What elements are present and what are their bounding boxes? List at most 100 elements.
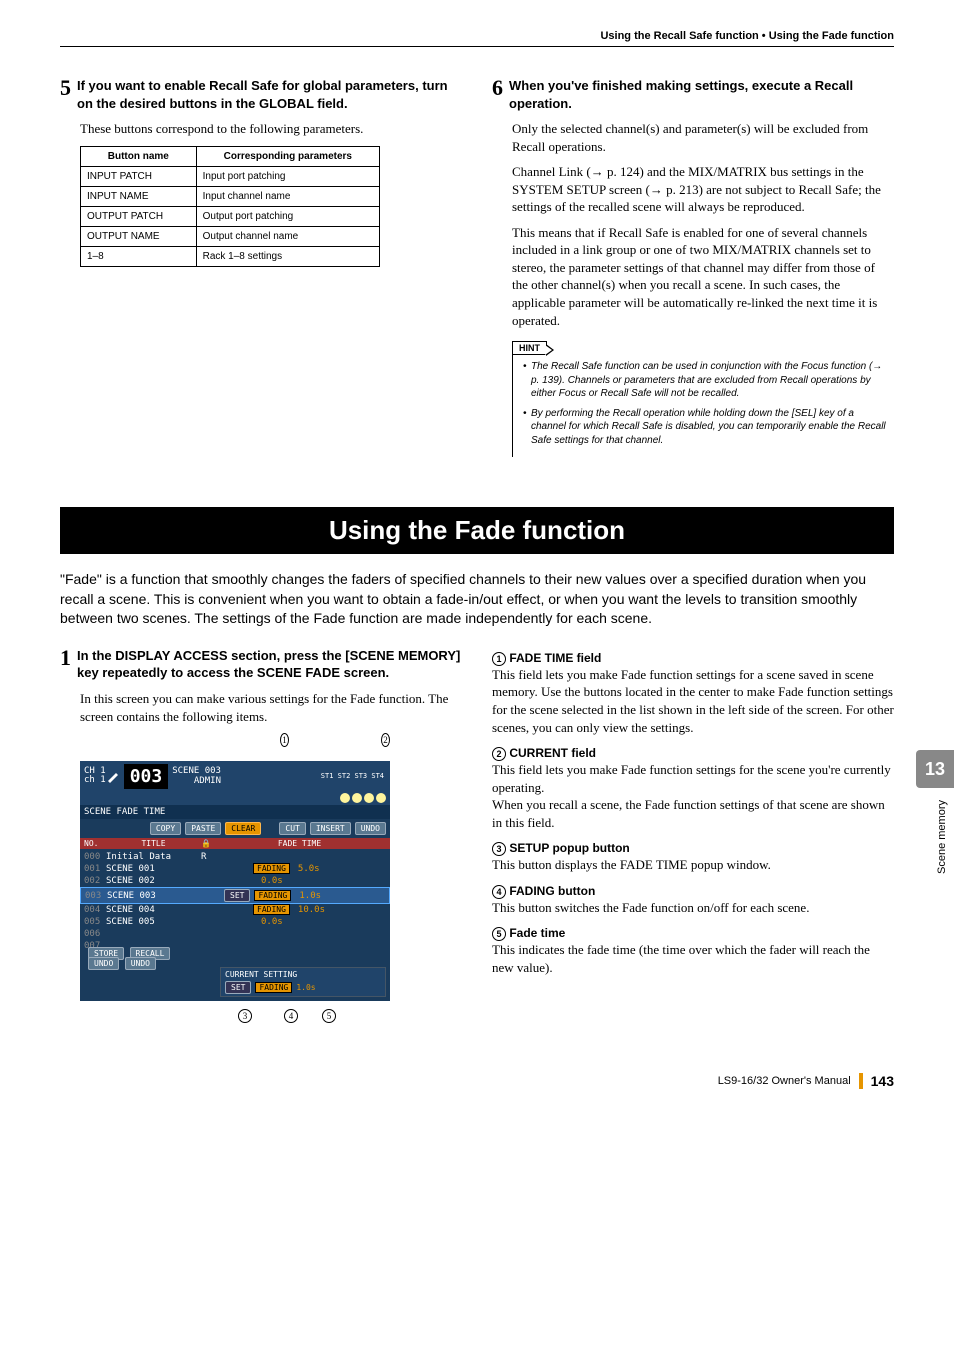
row-name: SCENE 001 <box>106 864 201 874</box>
desc-text: This button displays the FADE TIME popup… <box>492 856 894 874</box>
hint-item: The Recall Safe function can be used in … <box>523 360 890 401</box>
callout-row-top: 1 2 <box>80 733 390 747</box>
table-cell: Input channel name <box>196 186 379 206</box>
paste-button[interactable]: PASTE <box>185 822 221 835</box>
callout-4-icon: 4 <box>284 1009 298 1023</box>
step-1: 1 In the DISPLAY ACCESS section, press t… <box>60 647 462 682</box>
table-cell: OUTPUT NAME <box>81 226 197 246</box>
undo-button[interactable]: UNDO <box>355 822 386 835</box>
section-title-bar: Using the Fade function <box>60 507 894 554</box>
callout-icon: 4 <box>492 885 506 899</box>
step-body: Channel Link (→ p. 124) and the MIX/MATR… <box>512 163 894 216</box>
step-title: If you want to enable Recall Safe for gl… <box>77 77 462 112</box>
row-index: 003 <box>85 891 107 901</box>
callout-3-icon: 3 <box>238 1009 252 1023</box>
desc-fade-time-field: 1 FADE TIME field This field lets you ma… <box>492 651 894 736</box>
row-name: SCENE 003 <box>107 891 202 901</box>
scene-list-row[interactable]: 003SCENE 003SETFADING1.0s <box>80 887 390 904</box>
set-button[interactable]: SET <box>224 889 250 902</box>
meter-icon <box>376 793 386 803</box>
scene-fade-screenshot: CH 1 ch 1 003 SCENE 003 ADMIN ST1 ST2 ST… <box>80 761 390 1001</box>
callout-5-icon: 5 <box>322 1009 336 1023</box>
desc-label: Fade time <box>509 926 565 940</box>
row-name: Initial Data <box>106 852 201 862</box>
row-index: 001 <box>84 864 106 874</box>
callout-1-icon: 1 <box>280 733 289 747</box>
scene-list-row[interactable]: 005SCENE 0050.0s <box>80 916 390 928</box>
ss-st-labels: ST1 ST2 ST3 ST4 <box>321 772 384 780</box>
row-time: 0.0s <box>261 917 283 927</box>
page-footer: LS9-16/32 Owner's Manual 143 <box>60 1073 894 1089</box>
table-header: Button name <box>81 146 197 166</box>
meter-icon <box>364 793 374 803</box>
desc-setup-popup: 3 SETUP popup button This button display… <box>492 841 894 874</box>
row-index: 004 <box>84 905 106 915</box>
scene-list-row[interactable]: 002SCENE 002 0.0s <box>80 875 390 887</box>
table-cell: OUTPUT PATCH <box>81 206 197 226</box>
desc-label: FADE TIME field <box>509 651 601 665</box>
row-name: SCENE 005 <box>106 917 201 927</box>
current-setting-panel: CURRENT SETTING SET FADING 1.0s <box>220 967 386 997</box>
callout-icon: 2 <box>492 747 506 761</box>
scene-list-row[interactable]: 000Initial DataR <box>80 851 390 863</box>
page-number: 143 <box>871 1073 894 1089</box>
cut-button[interactable]: CUT <box>279 822 305 835</box>
undo-button[interactable]: UNDO <box>88 957 119 970</box>
table-cell: INPUT PATCH <box>81 166 197 186</box>
insert-button[interactable]: INSERT <box>310 822 351 835</box>
step-title: When you've finished making settings, ex… <box>509 77 894 112</box>
chapter-label: Scene memory <box>936 800 948 874</box>
running-header: Using the Recall Safe function • Using t… <box>60 30 894 47</box>
set-button[interactable]: SET <box>225 981 251 994</box>
step-body: In this screen you can make various sett… <box>80 690 462 725</box>
hint-label: HINT <box>512 341 547 355</box>
ss-channel: ch 1 <box>84 776 106 785</box>
desc-label: SETUP popup button <box>509 841 629 855</box>
callout-2-icon: 2 <box>381 733 390 747</box>
fading-button[interactable]: FADING <box>254 890 291 901</box>
ss-scene-number: 003 <box>124 764 169 789</box>
desc-text: This button switches the Fade function o… <box>492 899 894 917</box>
table-header: Corresponding parameters <box>196 146 379 166</box>
col-title: TITLE <box>106 839 201 848</box>
desc-text: This indicates the fade time (the time o… <box>492 941 894 976</box>
current-label: CURRENT SETTING <box>225 970 381 979</box>
step-body: These buttons correspond to the followin… <box>80 120 462 138</box>
step-5: 5 If you want to enable Recall Safe for … <box>60 77 462 112</box>
intro-text: "Fade" is a function that smoothly chang… <box>60 570 894 629</box>
footer-bar-icon <box>859 1073 863 1089</box>
scene-list-row[interactable]: 006 <box>80 928 390 940</box>
table-cell: INPUT NAME <box>81 186 197 206</box>
row-index: 002 <box>84 876 106 886</box>
fading-button[interactable]: FADING <box>253 863 290 874</box>
meter-icon <box>352 793 362 803</box>
row-name: SCENE 004 <box>106 905 201 915</box>
callout-icon: 5 <box>492 927 506 941</box>
col-fade: FADE TIME <box>213 839 386 848</box>
col-no: NO. <box>84 839 106 848</box>
scene-list-row[interactable]: 001SCENE 001 FADING 5.0s <box>80 863 390 875</box>
desc-current-field: 2 CURRENT field This field lets you make… <box>492 746 894 831</box>
parameter-table: Button nameCorresponding parameters INPU… <box>80 146 380 267</box>
desc-label: FADING button <box>509 884 595 898</box>
meter-icon <box>340 793 350 803</box>
desc-fading-button: 4 FADING button This button switches the… <box>492 884 894 917</box>
undo-button[interactable]: UNDO <box>125 957 156 970</box>
clear-button[interactable]: CLEAR <box>225 822 261 835</box>
row-time: 0.0s <box>261 876 283 886</box>
desc-fade-time: 5 Fade time This indicates the fade time… <box>492 926 894 976</box>
copy-button[interactable]: COPY <box>150 822 181 835</box>
ss-admin: ADMIN <box>172 776 221 786</box>
fading-button[interactable]: FADING <box>253 904 290 915</box>
table-cell: Input port patching <box>196 166 379 186</box>
row-name: SCENE 002 <box>106 876 201 886</box>
row-time: 5.0s <box>298 864 320 874</box>
scene-list-row[interactable]: 004SCENE 004FADING10.0s <box>80 904 390 916</box>
fading-button[interactable]: FADING <box>255 982 292 993</box>
ss-subtitle: SCENE FADE TIME <box>80 805 390 819</box>
hint-item: By performing the Recall operation while… <box>523 407 890 448</box>
table-cell: Output port patching <box>196 206 379 226</box>
row-index: 006 <box>84 929 106 939</box>
chapter-tab: 13 <box>916 750 954 788</box>
row-index: 000 <box>84 852 106 862</box>
